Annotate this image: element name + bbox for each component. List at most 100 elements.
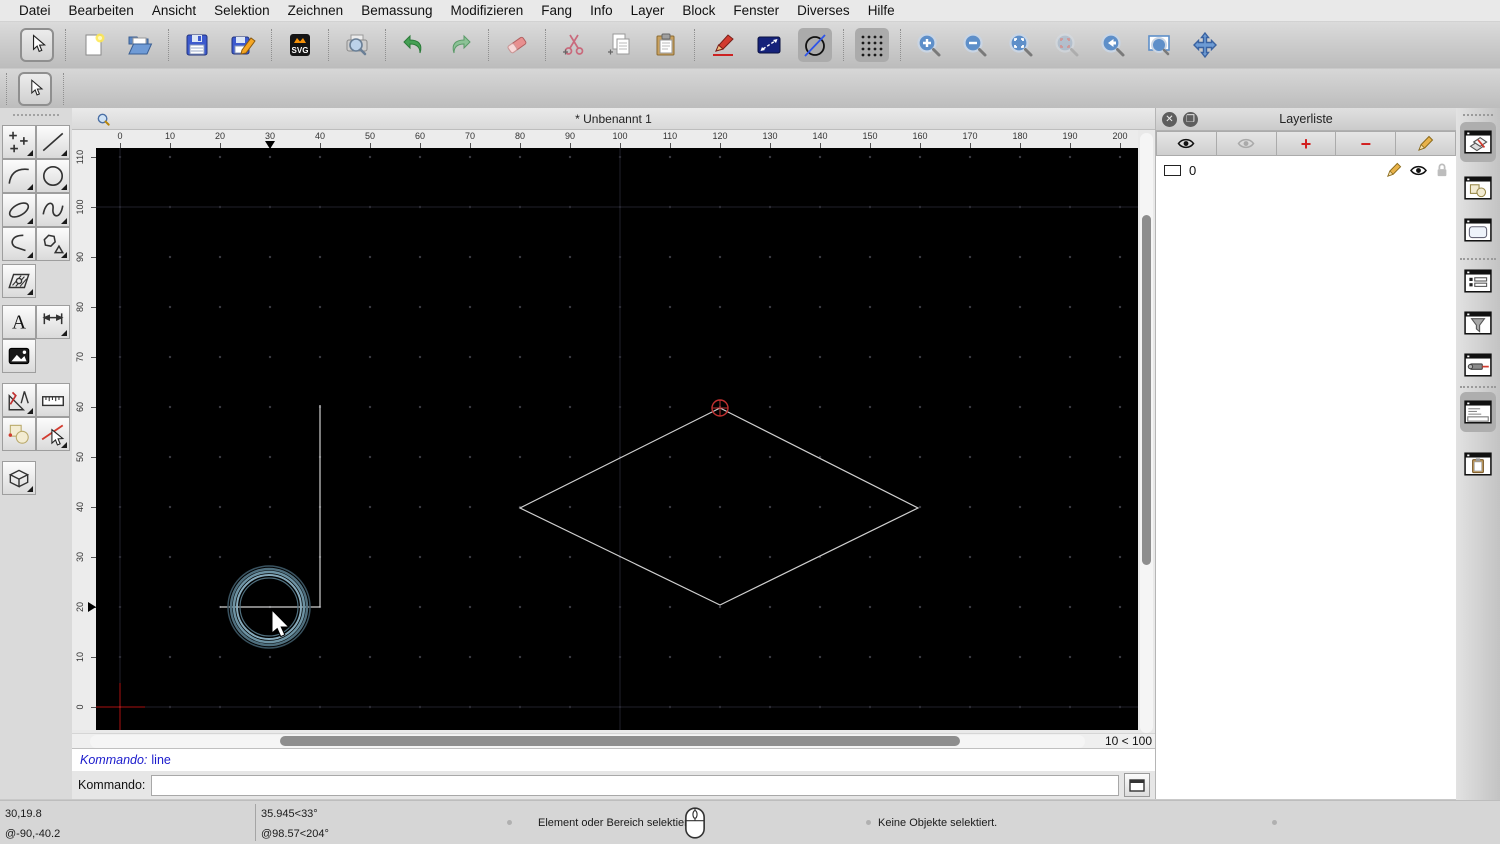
- zoom-previous-button[interactable]: [1096, 28, 1130, 62]
- zoom-in-icon: [917, 33, 941, 57]
- document-title: * Unbenannt 1: [575, 111, 652, 126]
- zoom-window-button[interactable]: [1142, 28, 1176, 62]
- ellipse-tool-button[interactable]: [2, 193, 36, 227]
- layer-row[interactable]: 0: [1156, 160, 1456, 180]
- horizontal-scrollbar[interactable]: [90, 735, 1085, 748]
- grid-toggle-button[interactable]: [855, 28, 889, 62]
- drawing-window-titlebar[interactable]: * Unbenannt 1: [72, 108, 1155, 130]
- measure-distance-button[interactable]: [752, 28, 786, 62]
- print-preview-button[interactable]: [340, 28, 374, 62]
- menu-item-fang[interactable]: Fang: [532, 3, 581, 18]
- horizontal-scrollbar-handle[interactable]: [280, 736, 960, 746]
- h-ruler: 0 10 20 30 40 50 60 70 80 90 100 110 120 130 140 150 160…: [96, 130, 1138, 148]
- line-entities[interactable]: [220, 405, 321, 608]
- solid-3d-tool-button[interactable]: [2, 461, 36, 495]
- circle-tool-button[interactable]: [36, 159, 70, 193]
- layer-edit-pencil-icon[interactable]: [1386, 162, 1402, 178]
- points-tool-button[interactable]: [2, 125, 36, 159]
- menu-item-ansicht[interactable]: Ansicht: [143, 3, 205, 18]
- status-divider: [255, 804, 256, 841]
- layer-list-dock-button[interactable]: [1460, 122, 1496, 162]
- svg-export-button[interactable]: SVG: [283, 28, 317, 62]
- vertical-scrollbar-handle[interactable]: [1142, 215, 1151, 565]
- menu-item-hilfe[interactable]: Hilfe: [859, 3, 904, 18]
- command-line-dock-button[interactable]: [1460, 392, 1496, 432]
- open-file-button[interactable]: [123, 28, 157, 62]
- save-as-button[interactable]: [226, 28, 260, 62]
- vertical-scrollbar[interactable]: [1140, 133, 1153, 733]
- polyline-tool-button[interactable]: [2, 227, 36, 261]
- palette-handle[interactable]: [13, 114, 59, 116]
- copy-button[interactable]: [603, 28, 637, 62]
- menu-item-modifizieren[interactable]: Modifizieren: [442, 3, 533, 18]
- menu-item-selektion[interactable]: Selektion: [205, 3, 279, 18]
- zoom-out-icon: [963, 33, 987, 57]
- menu-item-layer[interactable]: Layer: [622, 3, 674, 18]
- modify-tools-button[interactable]: [2, 383, 36, 417]
- menu-item-info[interactable]: Info: [581, 3, 622, 18]
- zoom-out-button[interactable]: [958, 28, 992, 62]
- layer-visibility-icon[interactable]: [1409, 163, 1428, 178]
- selection-filter-dock-button[interactable]: [1460, 303, 1496, 343]
- zoom-in-button[interactable]: [912, 28, 946, 62]
- delete-button[interactable]: [500, 28, 534, 62]
- rhombus-entity[interactable]: [518, 407, 920, 606]
- select-arrow-button[interactable]: [20, 28, 54, 62]
- clipboard-dock-button[interactable]: [1460, 444, 1496, 484]
- dock-handle[interactable]: [1463, 114, 1493, 116]
- text-tool-button[interactable]: A: [2, 305, 36, 339]
- menu-item-bemassung[interactable]: Bemassung: [352, 3, 441, 18]
- selection-tool-button[interactable]: [18, 71, 52, 106]
- command-window-button[interactable]: [1124, 773, 1151, 797]
- library-browser-dock-button[interactable]: [1460, 210, 1496, 250]
- edit-layer-button[interactable]: [1396, 131, 1456, 156]
- dimension-icon: [42, 313, 64, 325]
- modify-entity-button[interactable]: [36, 417, 70, 451]
- block-list-dock-button[interactable]: [1460, 168, 1496, 208]
- measure-tool-button[interactable]: [36, 383, 70, 417]
- remove-layer-button[interactable]: −: [1336, 131, 1397, 156]
- zoom-auto-button[interactable]: [1004, 28, 1038, 62]
- menu-item-zeichnen[interactable]: Zeichnen: [279, 3, 353, 18]
- undo-button[interactable]: [397, 28, 431, 62]
- h-ruler-label: 150: [862, 131, 878, 141]
- polygon-tool-button[interactable]: [36, 227, 70, 261]
- save-button[interactable]: [180, 28, 214, 62]
- add-layer-button[interactable]: +: [1276, 131, 1337, 156]
- draft-mode-button[interactable]: [798, 28, 832, 62]
- hide-all-layers-button[interactable]: [1216, 131, 1277, 156]
- v-ruler-label: 40: [75, 502, 85, 513]
- layer-lock-icon[interactable]: [1435, 162, 1449, 178]
- arc-tool-button[interactable]: [2, 159, 36, 193]
- spline-tool-button[interactable]: [36, 193, 70, 227]
- menu-item-datei[interactable]: Datei: [10, 3, 60, 18]
- image-tool-button[interactable]: [2, 339, 36, 373]
- entity-list-dock-button[interactable]: [1460, 261, 1496, 301]
- redo-button[interactable]: [443, 28, 477, 62]
- hatch-tool-button[interactable]: [2, 264, 36, 298]
- menu-item-fenster[interactable]: Fenster: [724, 3, 788, 18]
- block-tool-button[interactable]: [2, 417, 36, 451]
- main-toolbar: SVG: [0, 22, 1500, 68]
- draft-mode-icon: [804, 34, 826, 57]
- dimension-tool-button[interactable]: [36, 305, 70, 339]
- text-icon: A: [12, 313, 26, 334]
- new-document-button[interactable]: [77, 28, 111, 62]
- menu-item-diverses[interactable]: Diverses: [788, 3, 859, 18]
- layer-panel-float-button[interactable]: ❐: [1183, 112, 1198, 127]
- zoom-selection-button[interactable]: [1050, 28, 1084, 62]
- menu-item-block[interactable]: Block: [673, 3, 724, 18]
- cut-button[interactable]: [557, 28, 591, 62]
- line-tool-button[interactable]: [36, 125, 70, 159]
- show-all-layers-button[interactable]: [1156, 131, 1217, 156]
- menu-item-bearbeiten[interactable]: Bearbeiten: [60, 3, 143, 18]
- pen-attributes-button[interactable]: [706, 28, 740, 62]
- layer-panel-titlebar[interactable]: ✕ ❐ Layerliste: [1156, 108, 1456, 131]
- drawing-canvas[interactable]: [96, 148, 1138, 730]
- tool-options-dock-button[interactable]: [1460, 345, 1496, 385]
- paste-button[interactable]: [649, 28, 683, 62]
- pan-button[interactable]: [1188, 28, 1222, 62]
- dock-separator: [1460, 258, 1496, 260]
- command-input[interactable]: [151, 774, 1120, 796]
- layer-panel-close-button[interactable]: ✕: [1162, 112, 1177, 127]
